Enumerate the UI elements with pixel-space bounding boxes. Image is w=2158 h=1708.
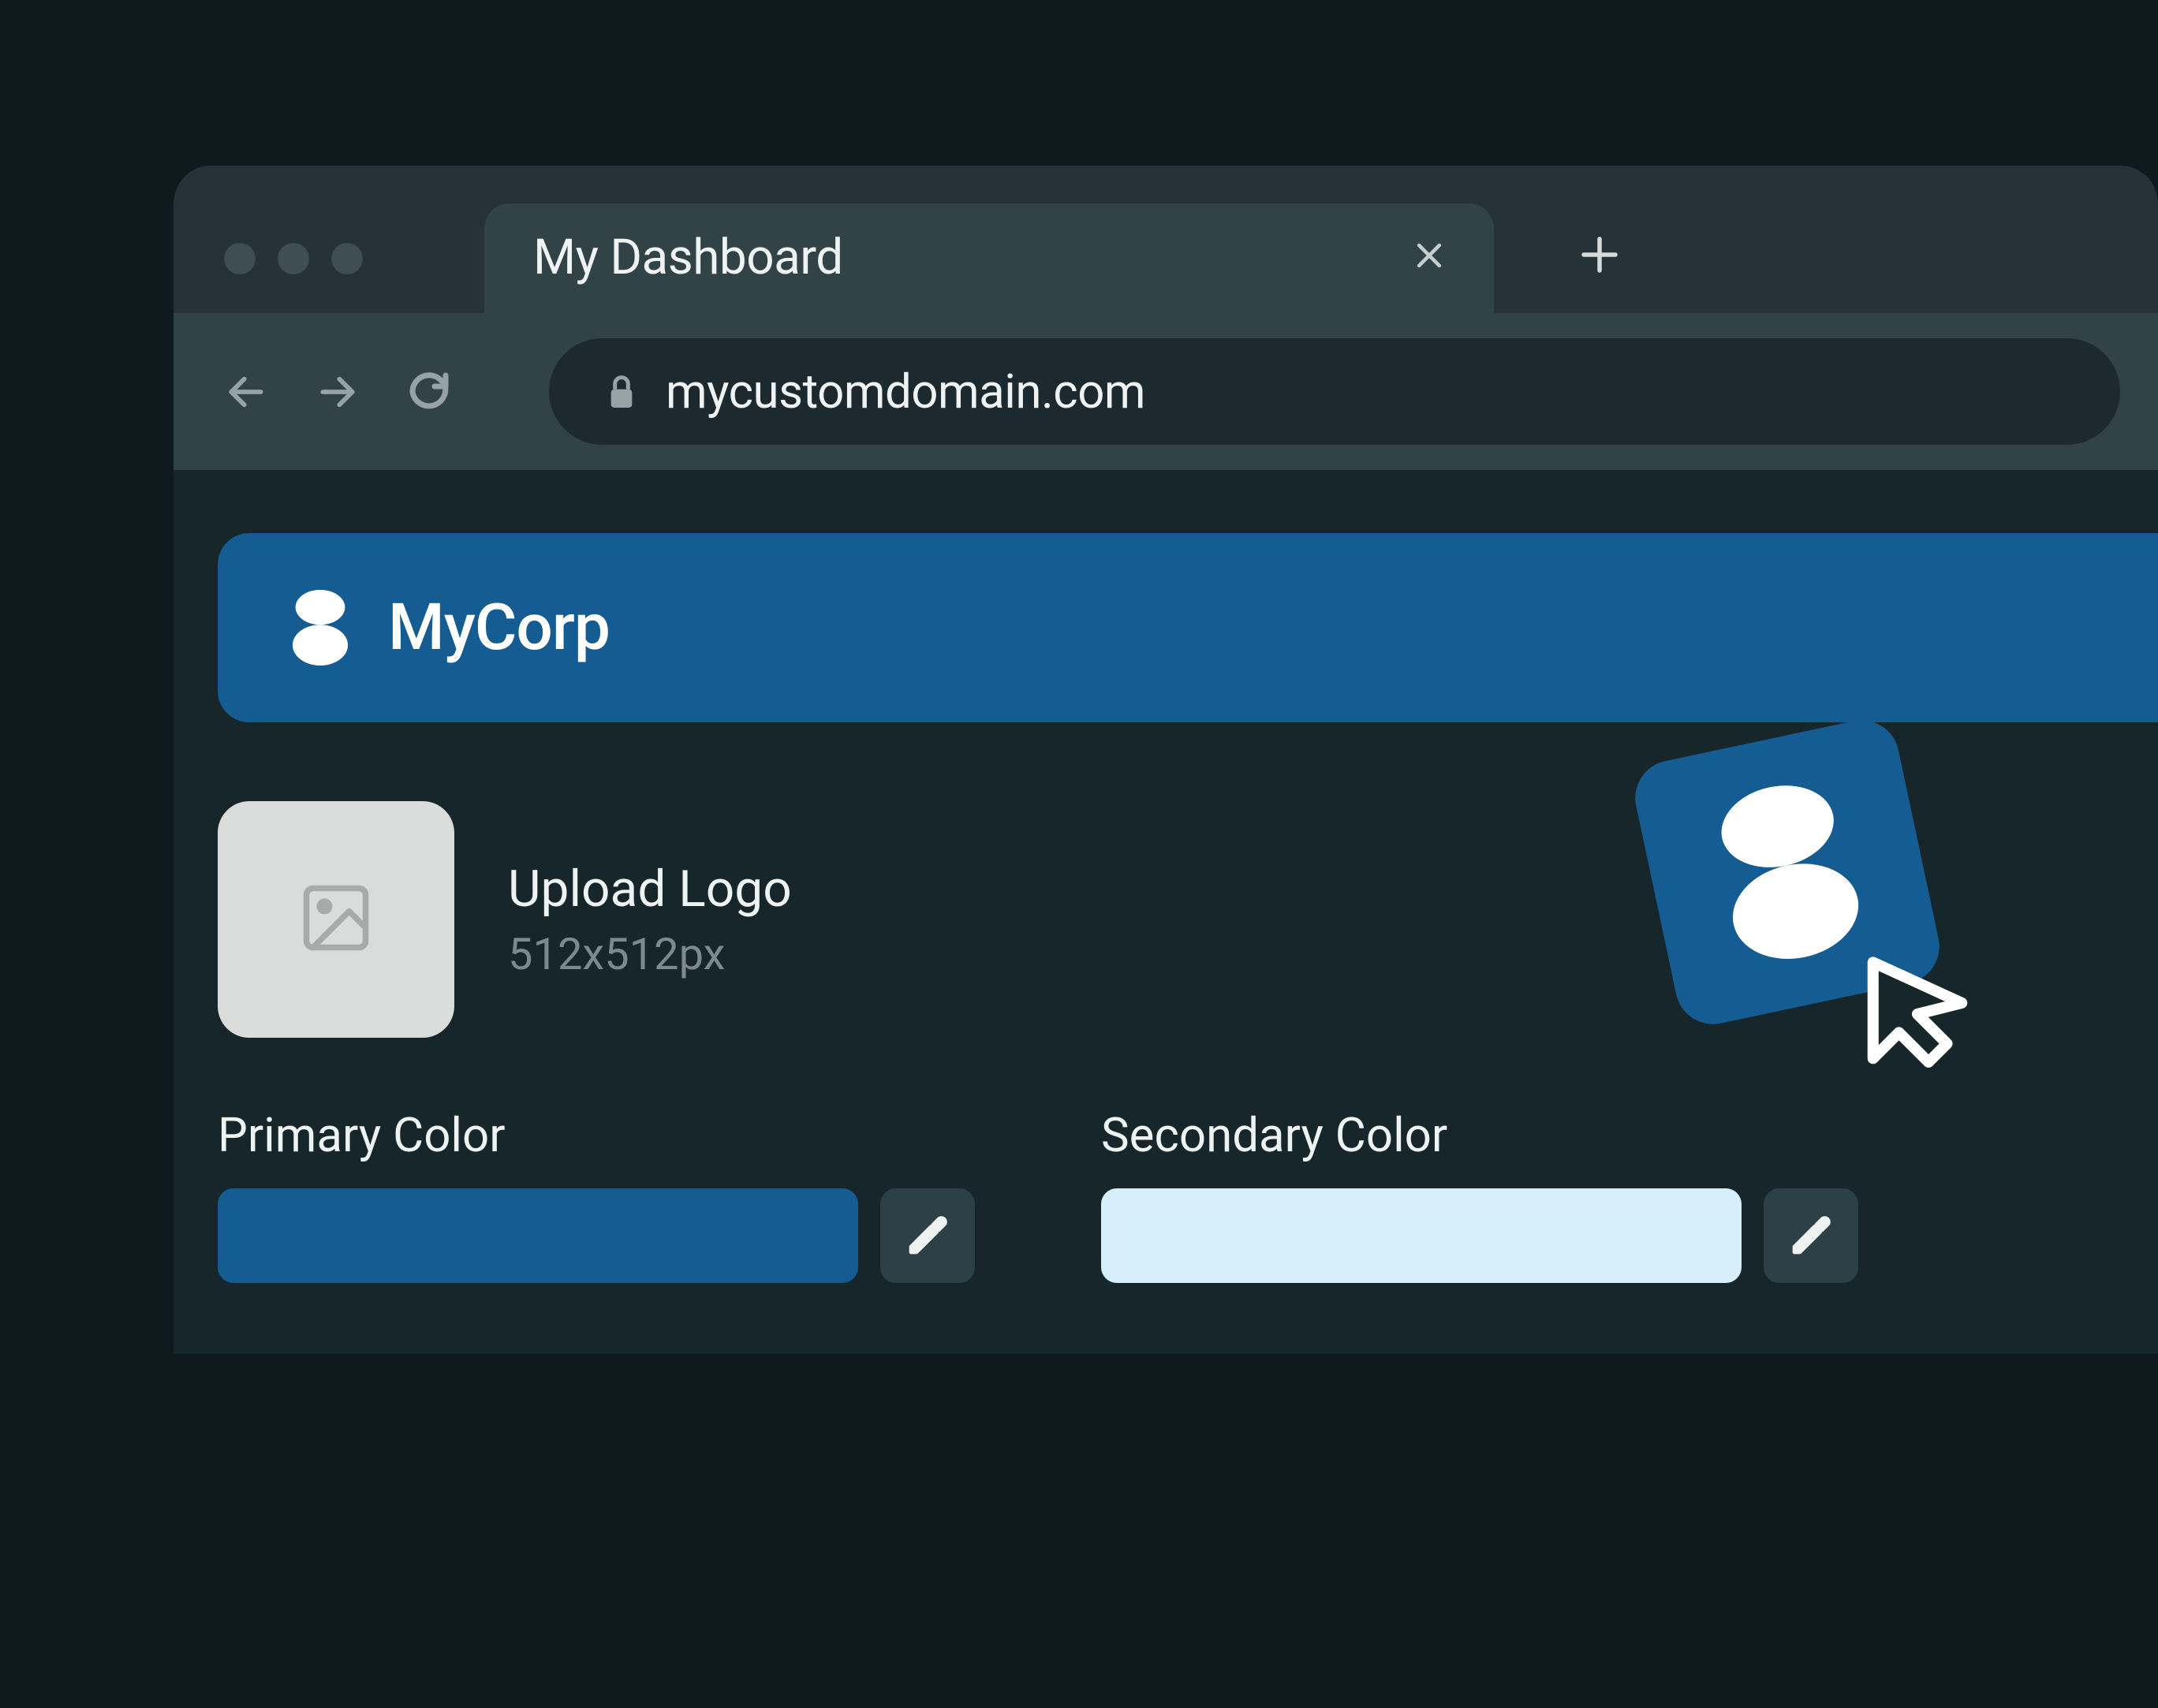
address-bar[interactable]: mycustomdomain.com [549,338,2120,445]
window-controls [224,243,363,274]
lock-icon [606,373,637,411]
secondary-color-group: Secondary Color [1101,1107,1858,1283]
window-control-close[interactable] [224,243,256,274]
secondary-color-label: Secondary Color [1101,1107,1858,1163]
secondary-color-swatch[interactable] [1101,1188,1742,1283]
forward-button[interactable] [309,364,366,420]
brand-banner: MyCorp [218,533,2158,722]
colors-section: Primary Color Secondary Color [174,1069,2158,1354]
back-button[interactable] [218,364,274,420]
image-placeholder-icon [297,878,375,960]
page-content: MyCorp Upload Logo 512x512px Primary Col… [174,470,2158,1354]
primary-eyedropper-button[interactable] [880,1188,975,1283]
brand-name: MyCorp [388,590,610,666]
cursor-icon [1858,951,1977,1080]
upload-logo-dropzone[interactable] [218,801,454,1038]
url-text: mycustomdomain.com [666,364,1145,420]
browser-chrome: My Dashboard mycus [174,166,2158,470]
secondary-eyedropper-button[interactable] [1764,1188,1858,1283]
browser-tab[interactable]: My Dashboard [484,203,1494,313]
primary-color-row [218,1188,975,1283]
window-control-maximize[interactable] [331,243,363,274]
upload-text: Upload Logo 512x512px [508,860,792,980]
upload-hint: 512x512px [508,928,792,980]
tab-title: My Dashboard [533,229,843,286]
browser-window: My Dashboard mycus [174,166,2158,1354]
close-icon[interactable] [1412,232,1447,284]
primary-color-group: Primary Color [218,1107,975,1283]
reload-button[interactable] [401,364,457,420]
secondary-color-row [1101,1188,1858,1283]
new-tab-button[interactable] [1576,228,1623,289]
primary-color-swatch[interactable] [218,1188,858,1283]
browser-toolbar: mycustomdomain.com [174,313,2158,470]
tab-bar: My Dashboard [174,203,2158,313]
upload-title: Upload Logo [508,860,792,919]
window-control-minimize[interactable] [278,243,309,274]
primary-color-label: Primary Color [218,1107,975,1163]
hourglass-logo-icon [290,590,350,666]
upload-section: Upload Logo 512x512px [174,722,2158,1069]
